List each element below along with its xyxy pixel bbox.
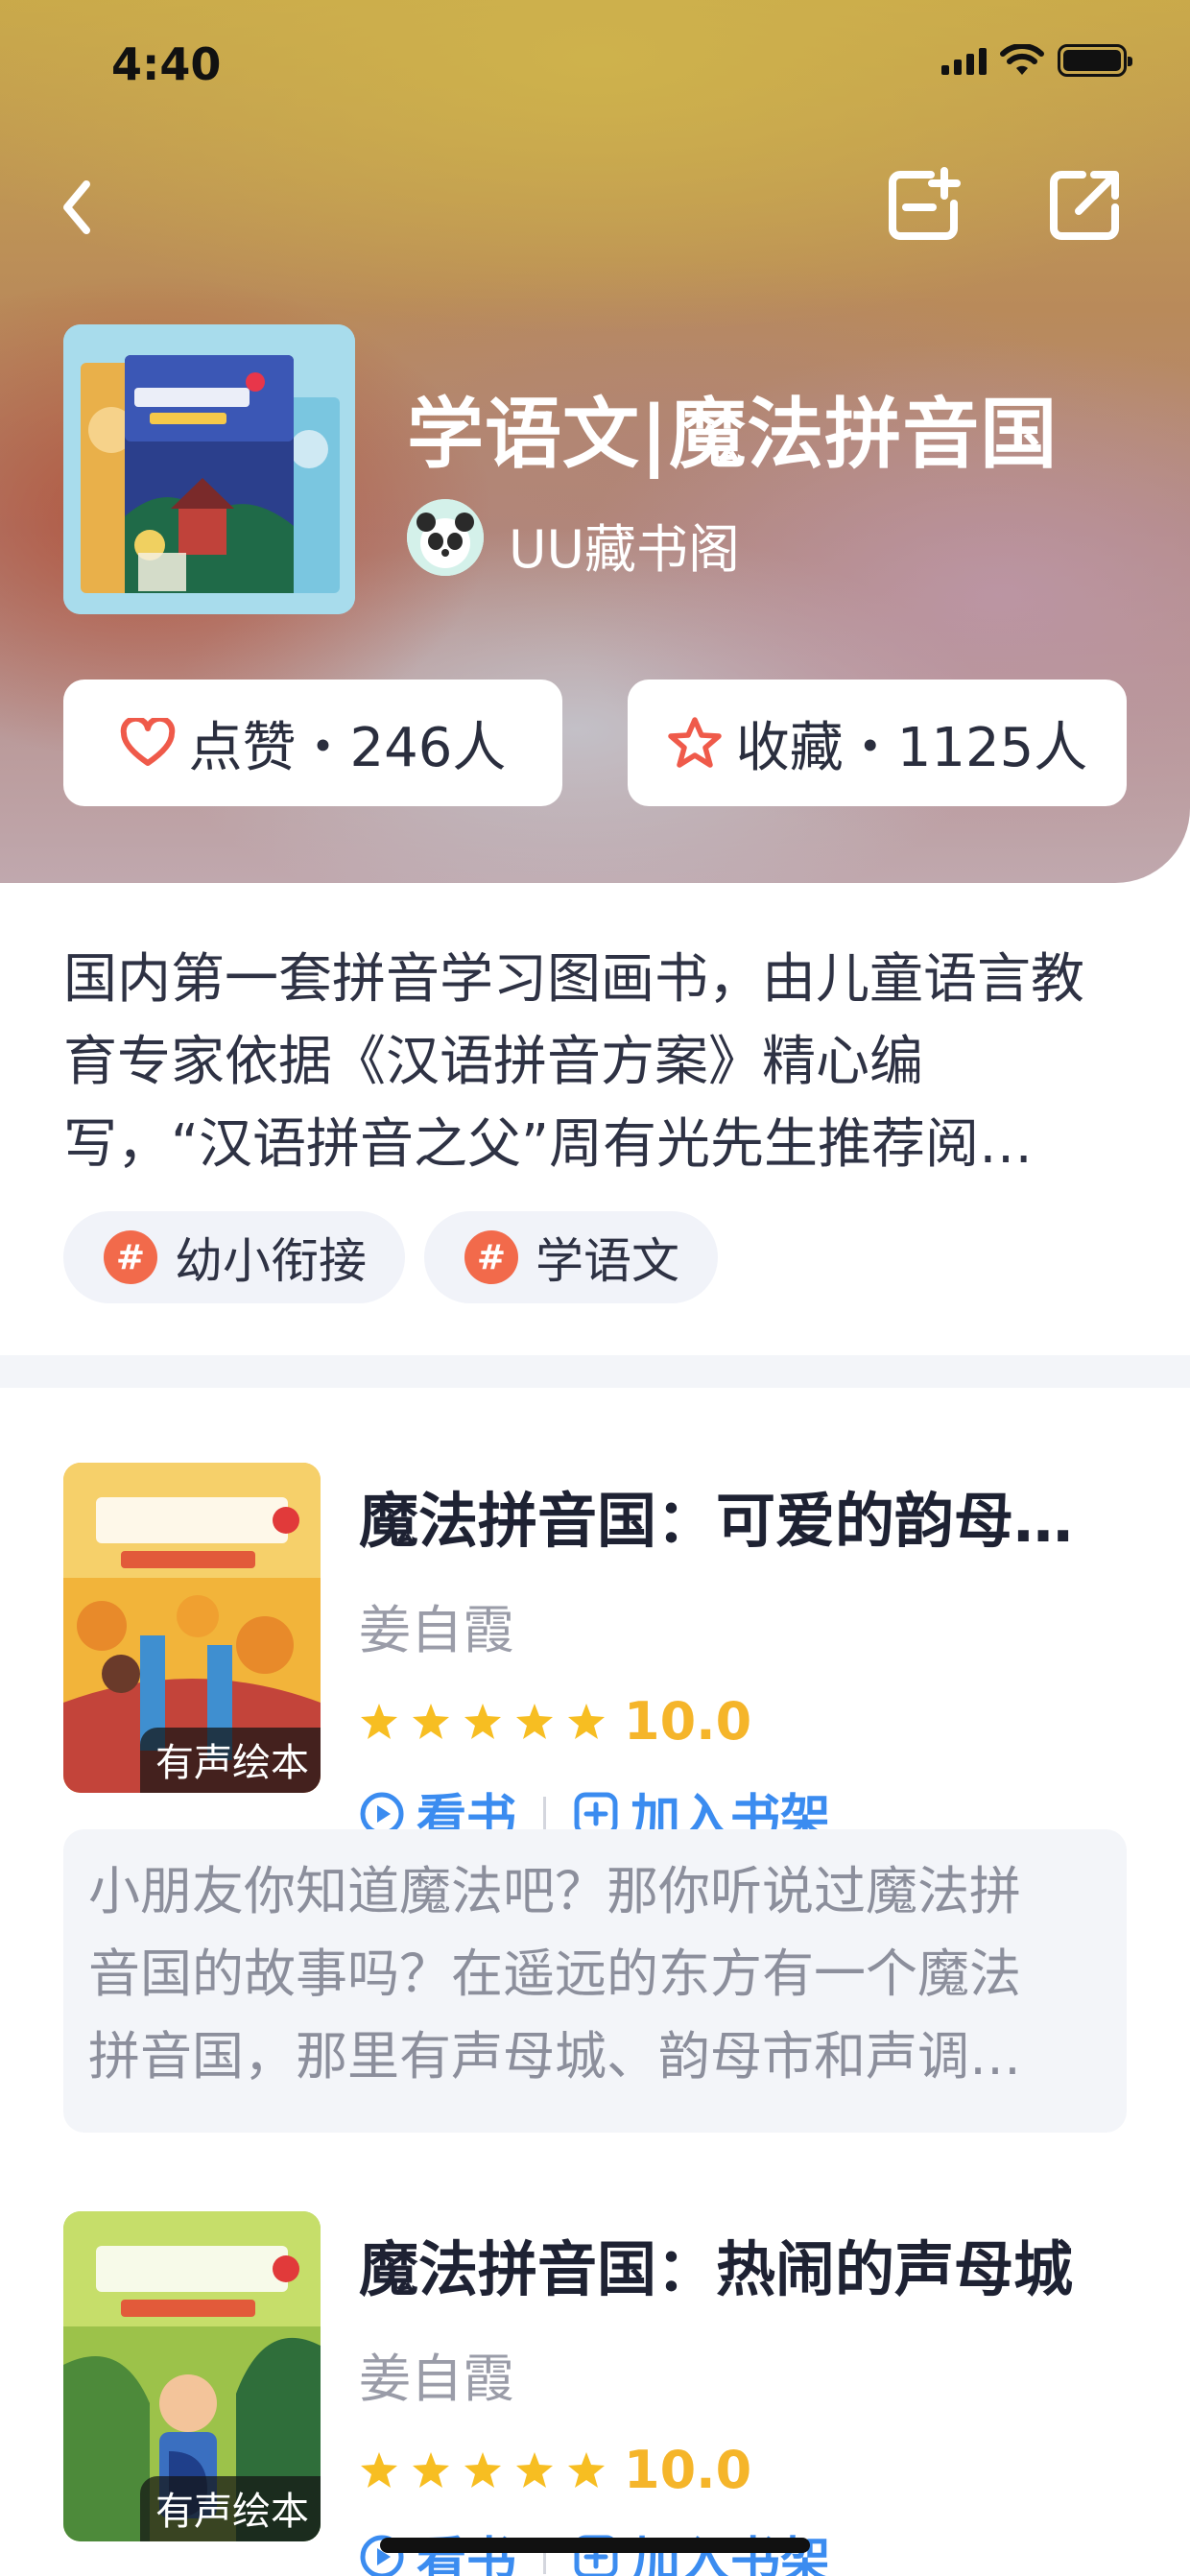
favorite-button[interactable]: 收藏・1125人 [628, 680, 1127, 806]
share-icon [1050, 171, 1119, 240]
back-button[interactable] [48, 171, 106, 244]
book-title[interactable]: 魔法拼音国：热闹的声母城 [359, 2221, 1127, 2307]
signal-icon [941, 46, 987, 75]
summary-line: 小朋友你知道魔法吧？那你听说过魔法拼 [88, 1861, 1021, 1921]
book-title[interactable]: 魔法拼音国：可爱的韵母… [359, 1472, 1127, 1559]
hash-icon: # [464, 1230, 518, 1284]
summary-line: 拼音国，那里有声母城、韵母市和声调… [88, 2026, 1021, 2087]
description-line: 育专家依据《汉语拼音方案》精心编 [63, 1031, 923, 1093]
book-author: 姜自霞 [359, 1600, 514, 1660]
book-summary[interactable]: 小朋友你知道魔法吧？那你听说过魔法拼 音国的故事吗？在遥远的东方有一个魔法 拼音… [63, 1829, 1127, 2133]
collection-title: 学语文|魔法拼音国 [407, 390, 1059, 479]
collection-cover [63, 324, 355, 614]
rating-value: 10.0 [624, 2440, 752, 2500]
star-icon [361, 1703, 397, 1739]
rating-value: 10.0 [624, 1691, 752, 1752]
add-note-icon [889, 167, 961, 240]
back-icon [63, 180, 90, 234]
book-cover[interactable]: 有声绘本 [63, 2211, 321, 2541]
star-icon [464, 2451, 501, 2488]
book-rating: 10.0 [359, 1691, 751, 1752]
book-author: 姜自霞 [359, 2349, 514, 2409]
status-time: 4:40 [111, 38, 222, 90]
collection-author[interactable]: UU藏书阁 [509, 507, 740, 583]
tag-chip[interactable]: # 学语文 [424, 1211, 718, 1303]
summary-line: 音国的故事吗？在遥远的东方有一个魔法 [88, 1944, 1021, 2004]
hash-icon: # [104, 1230, 157, 1284]
add-note-button[interactable] [883, 165, 964, 246]
star-icon [568, 2451, 605, 2488]
audio-book-badge: 有声绘本 [140, 2476, 321, 2541]
section-divider [0, 1355, 1190, 1388]
header: 4:40 学语文|魔法拼音国 UU藏书阁 点赞・246人 收藏・1125人 [0, 0, 1190, 883]
avatar[interactable] [407, 499, 484, 576]
star-icon [516, 2451, 553, 2488]
wifi-icon [1000, 44, 1044, 75]
description-line: 国内第一套拼音学习图画书，由儿童语言教 [63, 948, 1084, 1011]
star-icon [568, 1703, 605, 1739]
collection-description[interactable]: 国内第一套拼音学习图画书，由儿童语言教 育专家依据《汉语拼音方案》精心编 写，“… [63, 939, 1138, 1186]
like-button[interactable]: 点赞・246人 [63, 680, 562, 806]
like-label: 点赞・246人 [188, 716, 507, 779]
star-icon [413, 1703, 449, 1739]
share-button[interactable] [1044, 165, 1125, 246]
star-icon [667, 717, 722, 768]
tag-label: 学语文 [536, 1233, 679, 1289]
tag-chip[interactable]: # 幼小衔接 [63, 1211, 405, 1303]
book-cover[interactable]: 有声绘本 [63, 1463, 321, 1793]
star-icon [361, 2451, 397, 2488]
favorite-label: 收藏・1125人 [735, 716, 1088, 779]
description-line: 写，“汉语拼音之父”周有光先生推荐阅… [63, 1113, 1034, 1176]
tag-label: 幼小衔接 [175, 1233, 367, 1289]
star-icon [464, 1703, 501, 1739]
status-icons [941, 44, 1132, 77]
heart-icon [120, 718, 175, 766]
book-rating: 10.0 [359, 2440, 751, 2500]
battery-icon [1058, 44, 1132, 77]
star-icon [413, 2451, 449, 2488]
audio-book-badge: 有声绘本 [140, 1728, 321, 1793]
home-indicator[interactable] [380, 2538, 810, 2553]
action-separator [543, 1796, 547, 1831]
star-icon [516, 1703, 553, 1739]
